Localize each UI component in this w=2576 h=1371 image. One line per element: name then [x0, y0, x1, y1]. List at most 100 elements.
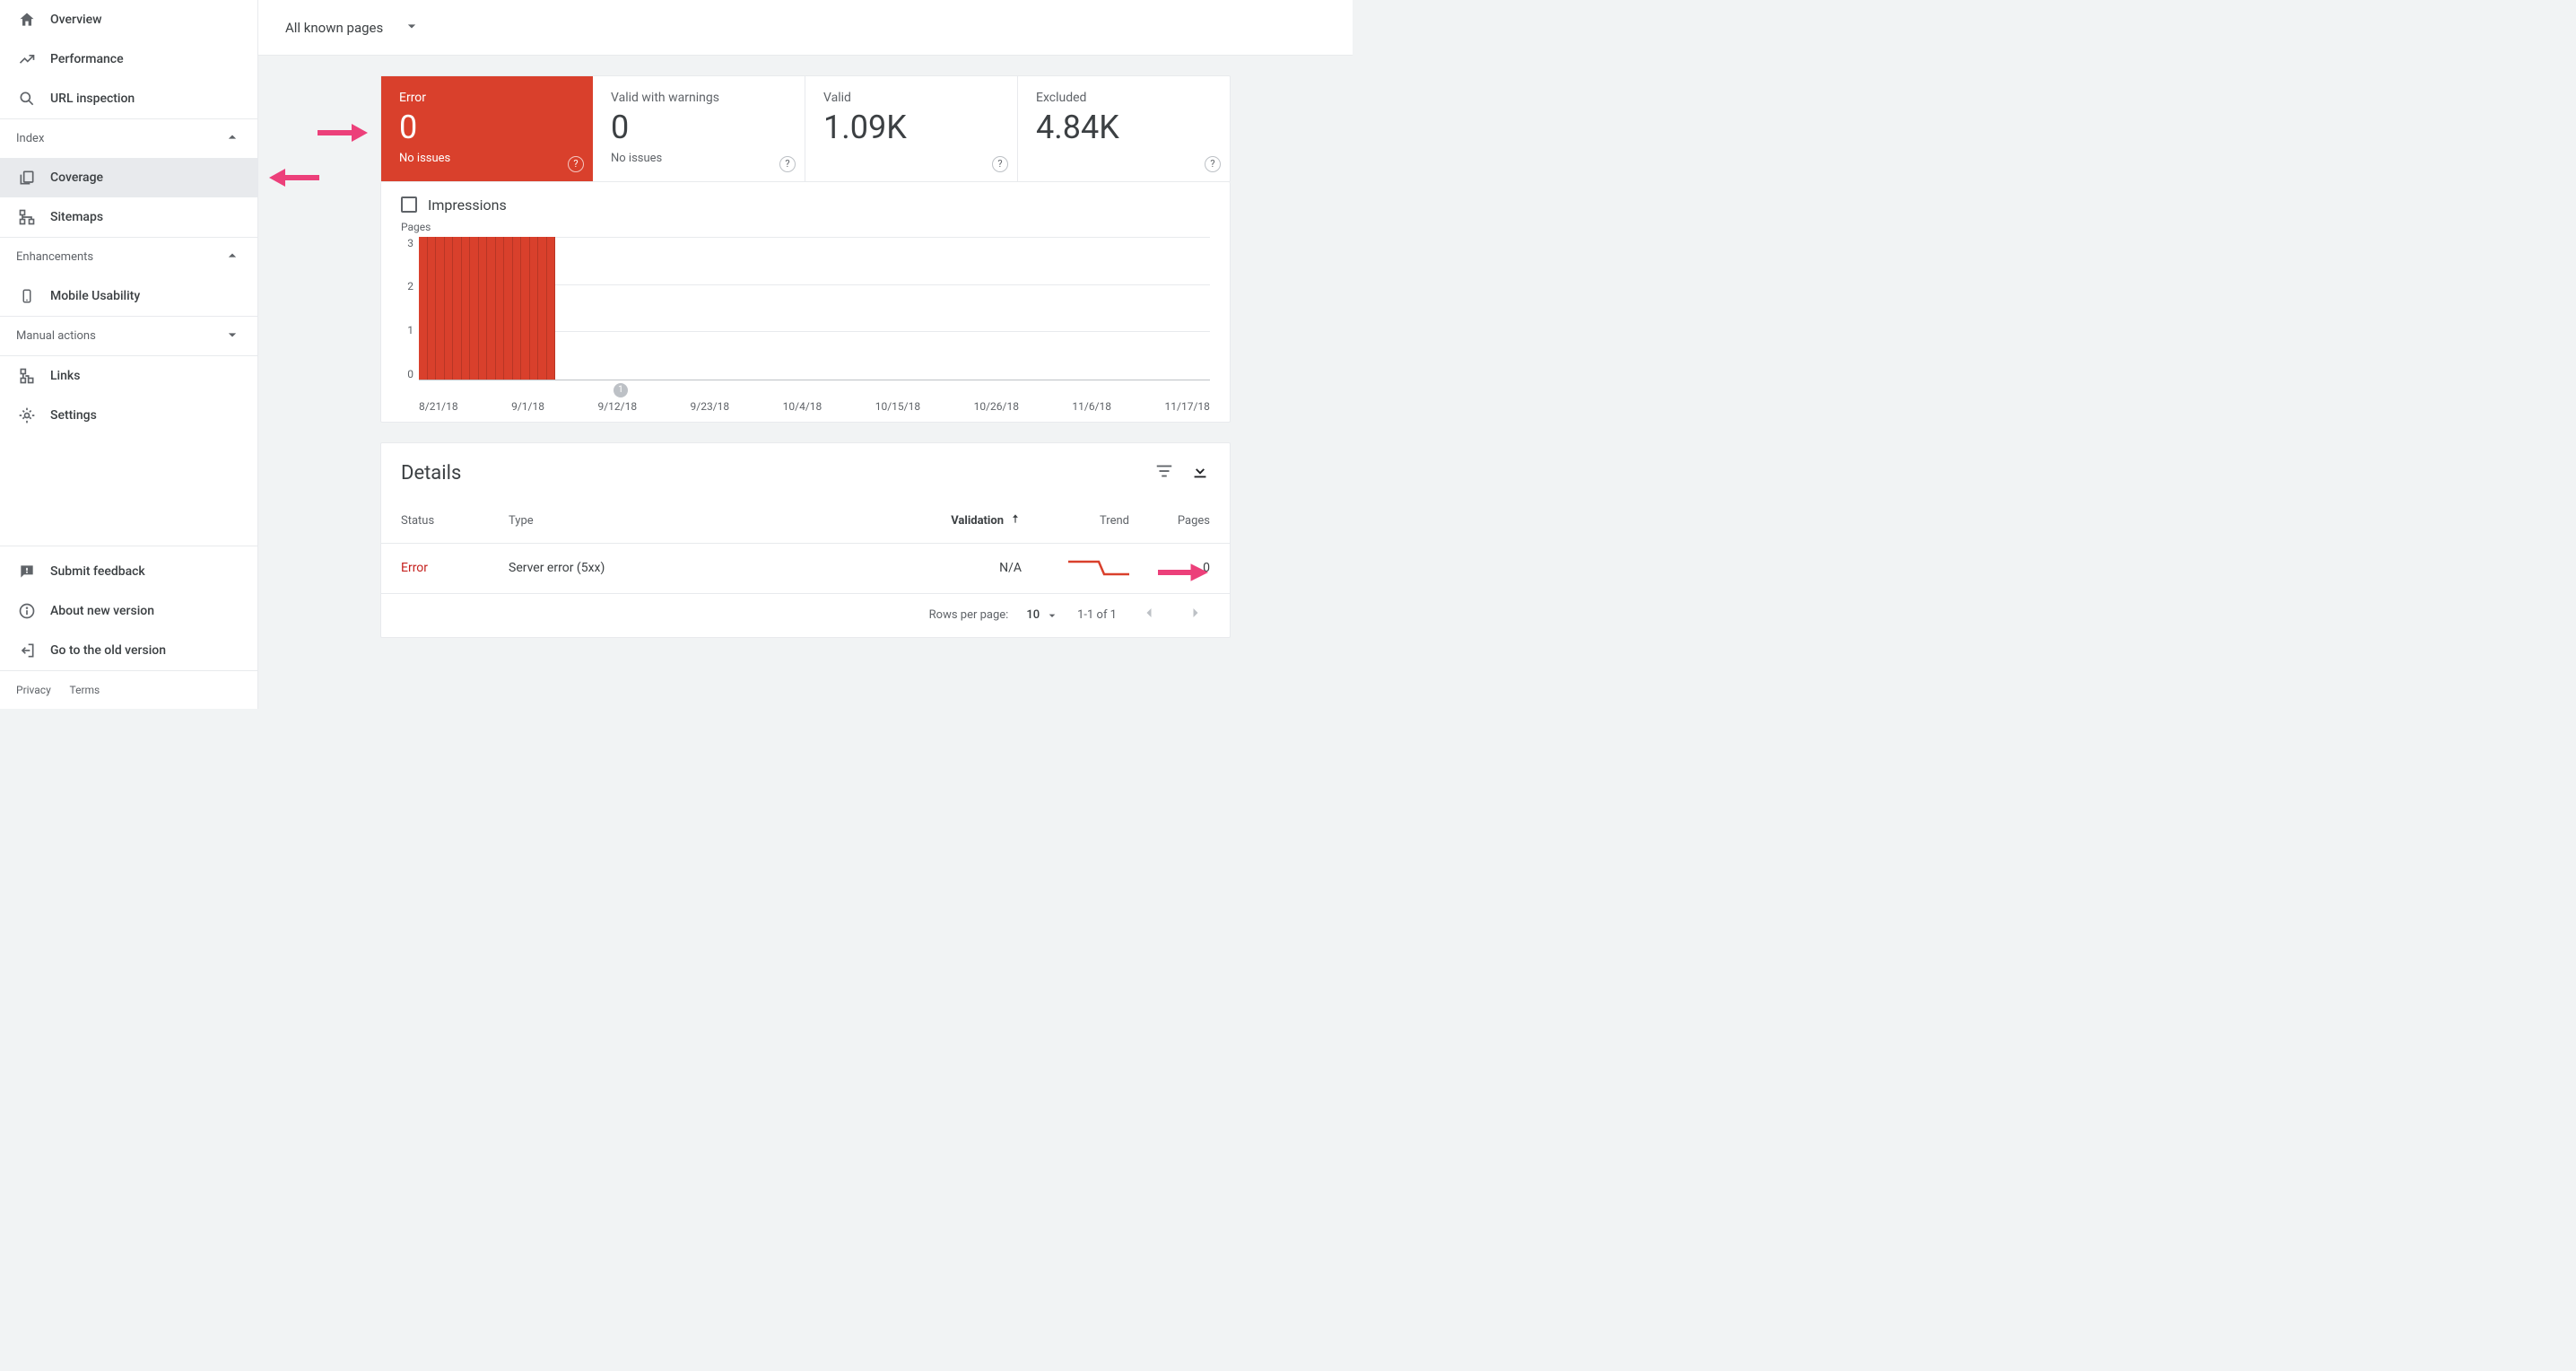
help-icon[interactable]: ? [1205, 156, 1221, 172]
x-tick: 8/21/18 [419, 400, 458, 413]
copy-icon [16, 167, 38, 188]
help-icon[interactable]: ? [568, 156, 584, 172]
chevron-down-icon [403, 17, 421, 39]
chart-bar [479, 237, 488, 380]
x-tick: 10/4/18 [783, 400, 822, 413]
metric-card-valid[interactable]: Valid 1.09K ? [805, 76, 1018, 181]
sidebar-section-enhancements[interactable]: Enhancements [0, 237, 257, 276]
page-filter-label: All known pages [285, 20, 383, 36]
chart-bar [487, 237, 496, 380]
chevron-down-icon [223, 326, 241, 347]
metric-value: 1.09K [823, 110, 999, 146]
mobile-icon [16, 285, 38, 307]
sidebar-item-about[interactable]: About new version [0, 591, 257, 631]
info-icon [16, 600, 38, 622]
metric-title: Valid with warnings [611, 91, 787, 105]
metric-title: Excluded [1036, 91, 1212, 105]
chart-y-title: Pages [401, 221, 1210, 233]
sidebar-item-overview[interactable]: Overview [0, 0, 257, 39]
x-tick: 10/26/18 [974, 400, 1019, 413]
metric-sub: No issues [399, 152, 575, 165]
search-icon [16, 88, 38, 109]
th-pages: Pages [1129, 514, 1210, 528]
filter-icon[interactable] [1154, 461, 1174, 486]
chart-bar [521, 237, 530, 380]
legal-links: Privacy Terms [0, 670, 257, 709]
sidebar-section-manual-actions[interactable]: Manual actions [0, 316, 257, 355]
rows-per-page-select[interactable]: 10 [1026, 608, 1059, 623]
chart-bar [496, 237, 505, 380]
privacy-link[interactable]: Privacy [16, 684, 51, 696]
sidebar-item-old-version[interactable]: Go to the old version [0, 631, 257, 670]
th-validation[interactable]: Validation [914, 512, 1022, 528]
y-tick: 0 [407, 368, 413, 380]
chart-bar [462, 237, 471, 380]
impressions-checkbox[interactable] [401, 196, 417, 213]
terms-link[interactable]: Terms [70, 684, 100, 696]
sort-asc-icon [1009, 512, 1022, 528]
sidebar-item-label: Overview [50, 13, 101, 27]
annotation-arrow [318, 120, 368, 145]
x-tick: 9/12/18 [597, 400, 637, 413]
sidebar-item-label: Sitemaps [50, 210, 103, 224]
metric-sub: No issues [611, 152, 787, 165]
td-trend [1022, 558, 1129, 578]
chevron-up-icon [223, 128, 241, 150]
help-icon[interactable]: ? [779, 156, 796, 172]
sidebar-item-label: Performance [50, 52, 124, 66]
sidebar-item-mobile-usability[interactable]: Mobile Usability [0, 276, 257, 316]
details-title: Details [401, 462, 461, 485]
sidebar-item-coverage[interactable]: Coverage [0, 158, 257, 197]
next-page-button[interactable] [1181, 604, 1210, 626]
metric-value: 0 [399, 110, 575, 146]
home-icon [16, 9, 38, 31]
details-table-footer: Rows per page: 10 1-1 of 1 [381, 594, 1230, 637]
sidebar-item-sitemaps[interactable]: Sitemaps [0, 197, 257, 237]
details-card: Details Status Type [380, 442, 1231, 638]
sidebar-item-performance[interactable]: Performance [0, 39, 257, 79]
sidebar-item-settings[interactable]: Settings [0, 396, 257, 435]
th-type: Type [509, 514, 914, 528]
metric-card-excluded[interactable]: Excluded 4.84K ? [1018, 76, 1230, 181]
metric-value: 4.84K [1036, 110, 1212, 146]
metric-card-error[interactable]: Error 0 No issues ? [381, 76, 593, 181]
sidebar-item-label: Coverage [50, 170, 103, 185]
chart-card: Impressions Pages 3 2 1 0 [380, 182, 1231, 423]
chart-marker[interactable]: 1 [614, 383, 628, 397]
table-row[interactable]: Error Server error (5xx) N/A 0 [381, 544, 1230, 594]
td-status: Error [401, 561, 509, 575]
y-tick: 1 [407, 324, 413, 336]
sidebar-item-links[interactable]: Links [0, 356, 257, 396]
chart-x-axis: 8/21/189/1/189/12/189/23/1810/4/1810/15/… [401, 400, 1210, 413]
metric-card-valid-warnings[interactable]: Valid with warnings 0 No issues ? [593, 76, 805, 181]
metric-cards: Error 0 No issues ? Valid with warnings … [380, 75, 1231, 182]
help-icon[interactable]: ? [992, 156, 1008, 172]
chart-bar [436, 237, 445, 380]
sidebar-section-index[interactable]: Index [0, 118, 257, 158]
sitemap-icon [16, 206, 38, 228]
sidebar-item-label: Mobile Usability [50, 289, 140, 303]
sidebar-item-label: Settings [50, 408, 97, 423]
sidebar-item-url-inspection[interactable]: URL inspection [0, 79, 257, 118]
prev-page-button[interactable] [1135, 604, 1163, 626]
trend-icon [16, 48, 38, 70]
td-validation: N/A [914, 561, 1022, 575]
sidebar-item-submit-feedback[interactable]: Submit feedback [0, 552, 257, 591]
download-icon[interactable] [1190, 461, 1210, 486]
x-tick: 9/23/18 [691, 400, 730, 413]
annotation-arrow [269, 165, 319, 190]
chevron-up-icon [223, 247, 241, 268]
chart-bar [428, 237, 437, 380]
sidebar-item-label: URL inspection [50, 92, 135, 106]
chart-bar [504, 237, 513, 380]
impressions-label: Impressions [428, 196, 507, 214]
details-table-head: Status Type Validation Trend Pages [381, 499, 1230, 544]
sidebar-item-label: Submit feedback [50, 564, 145, 579]
chart-bar [513, 237, 522, 380]
chart-bar [470, 237, 479, 380]
sidebar-item-label: Go to the old version [50, 643, 166, 658]
page-filter-select[interactable]: All known pages [285, 17, 421, 39]
y-tick: 3 [407, 237, 413, 249]
metric-title: Error [399, 91, 575, 105]
chart-bar [538, 237, 547, 380]
